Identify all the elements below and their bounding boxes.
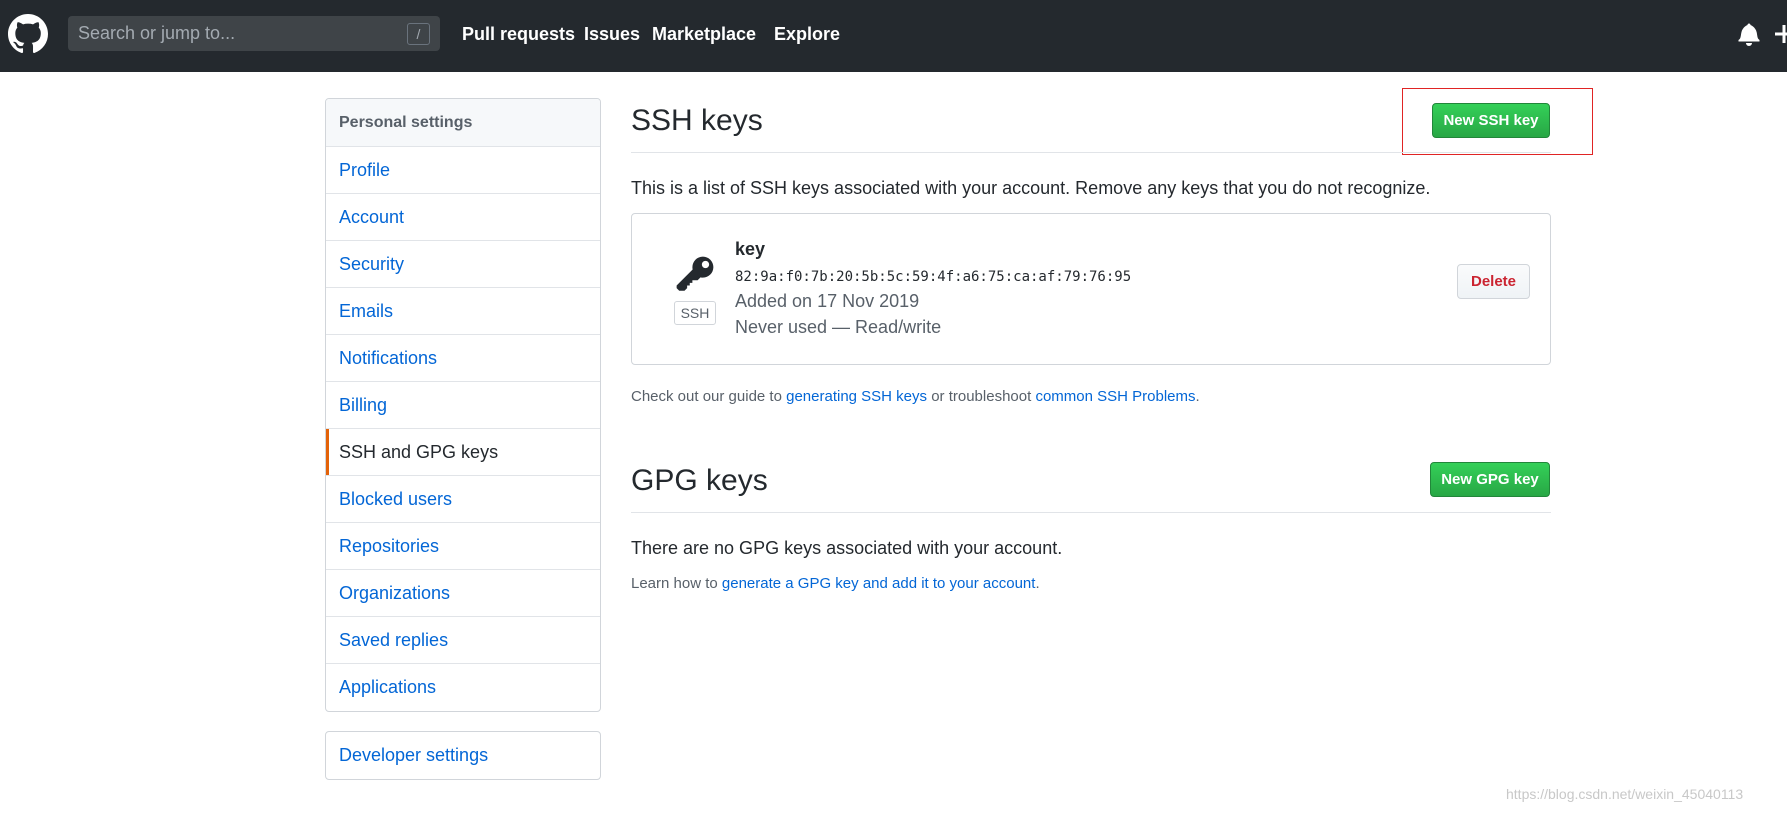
guide-middle: or troubleshoot [927, 388, 1036, 405]
sidebar-item-profile[interactable]: Profile [326, 147, 600, 194]
ssh-description: This is a list of SSH keys associated wi… [631, 178, 1431, 198]
nav-marketplace[interactable]: Marketplace [652, 22, 756, 46]
watermark: https://blog.csdn.net/weixin_45040113 [1506, 786, 1744, 802]
ssh-divider [631, 152, 1551, 153]
sidebar-item-account[interactable]: Account [326, 194, 600, 241]
plus-icon[interactable] [1774, 22, 1787, 46]
sidebar-item-ssh-gpg-keys[interactable]: SSH and GPG keys [326, 429, 600, 476]
ssh-key-entry: SSH key 82:9a:f0:7b:20:5b:5c:59:4f:a6:75… [631, 213, 1551, 365]
key-icon [676, 256, 714, 291]
gpg-divider [631, 512, 1551, 513]
bell-icon[interactable] [1738, 22, 1760, 46]
search-placeholder: Search or jump to... [78, 23, 236, 43]
ssh-keys-title: SSH keys [631, 104, 763, 137]
delete-key-button[interactable]: Delete [1457, 264, 1530, 299]
key-fingerprint: 82:9a:f0:7b:20:5b:5c:59:4f:a6:75:ca:af:7… [735, 269, 1132, 285]
key-added-date: Added on 17 Nov 2019 [735, 291, 920, 311]
guide-prefix: Check out our guide to [631, 388, 787, 405]
ssh-guide-text: Check out our guide to generating SSH ke… [631, 388, 1200, 405]
nav-explore[interactable]: Explore [774, 22, 840, 46]
sidebar-item-saved-replies[interactable]: Saved replies [326, 617, 600, 664]
ssh-badge: SSH [674, 301, 716, 325]
sidebar-item-applications[interactable]: Applications [326, 664, 600, 711]
nav-issues[interactable]: Issues [584, 22, 640, 46]
sidebar-item-billing[interactable]: Billing [326, 382, 600, 429]
sidebar-item-notifications[interactable]: Notifications [326, 335, 600, 382]
github-logo-icon[interactable] [8, 14, 48, 54]
top-header: Search or jump to... / Pull requests Iss… [0, 0, 1787, 72]
gpg-empty-text: There are no GPG keys associated with yo… [631, 538, 1063, 558]
learn-prefix: Learn how to [631, 575, 722, 592]
search-input[interactable]: Search or jump to... / [68, 16, 440, 51]
sidebar-item-developer-settings[interactable]: Developer settings [325, 731, 601, 780]
sidebar-item-organizations[interactable]: Organizations [326, 570, 600, 617]
settings-sidebar: Personal settings Profile Account Securi… [325, 98, 601, 712]
common-ssh-problems-link[interactable]: common SSH Problems [1035, 388, 1195, 405]
search-shortcut-hint: / [407, 23, 430, 45]
generate-gpg-key-link[interactable]: generate a GPG key and add it to your ac… [722, 575, 1036, 592]
key-usage: Never used — Read/write [735, 317, 942, 337]
guide-suffix: . [1195, 388, 1200, 405]
sidebar-heading: Personal settings [326, 99, 600, 147]
gpg-keys-title: GPG keys [631, 464, 768, 497]
generating-ssh-keys-link[interactable]: generating SSH keys [786, 388, 927, 405]
gpg-learn-text: Learn how to generate a GPG key and add … [631, 575, 1040, 592]
learn-suffix: . [1035, 575, 1040, 592]
highlight-box [1402, 88, 1593, 155]
nav-pull-requests[interactable]: Pull requests [462, 22, 575, 46]
sidebar-item-blocked-users[interactable]: Blocked users [326, 476, 600, 523]
sidebar-item-security[interactable]: Security [326, 241, 600, 288]
key-name: key [735, 239, 766, 259]
new-gpg-key-button[interactable]: New GPG key [1430, 462, 1550, 497]
sidebar-item-repositories[interactable]: Repositories [326, 523, 600, 570]
sidebar-item-emails[interactable]: Emails [326, 288, 600, 335]
